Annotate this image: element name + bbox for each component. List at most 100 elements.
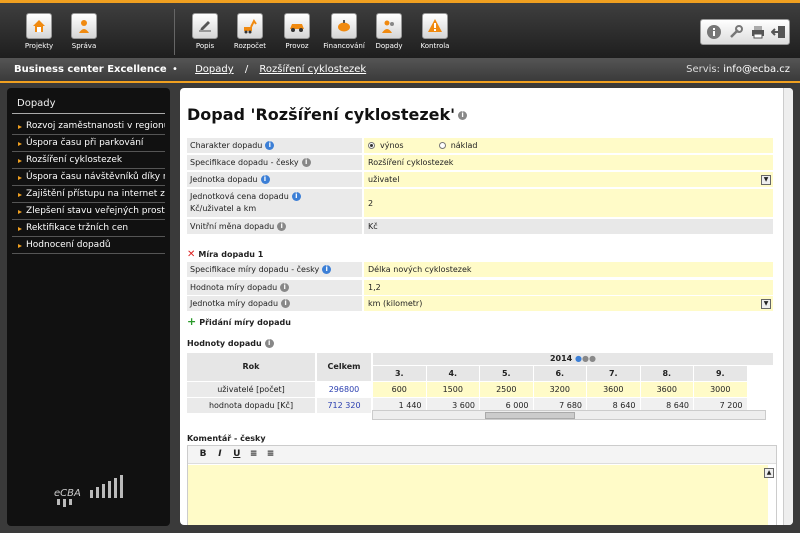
dropdown-arrow-icon[interactable]: ▼ — [761, 175, 771, 185]
dropdown-arrow-icon[interactable]: ▼ — [761, 299, 771, 309]
table-cell[interactable]: 3000 — [694, 382, 747, 397]
year-expand-icon[interactable]: ● — [575, 354, 582, 363]
period-header: 5. — [480, 366, 533, 381]
field-mena: Vnitřní měna dopadu i Kč — [187, 219, 773, 235]
servis-contact: Servis: info@ecba.cz — [686, 64, 790, 75]
sidebar-item-hodnoceni[interactable]: Hodnocení dopadů — [12, 237, 165, 254]
mena-label: Vnitřní měna dopadu — [190, 222, 275, 231]
italic-button[interactable]: I — [213, 449, 227, 459]
sub-header-bar: Business center Excellence • Dopady / Ro… — [0, 58, 800, 83]
komentar-textarea[interactable] — [188, 465, 768, 525]
ecba-logo-text: eCBA — [54, 488, 81, 499]
breadcrumb-link-dopady[interactable]: Dopady — [195, 64, 234, 75]
cena-label-1: Jednotková cena dopadu — [190, 192, 289, 201]
toolbar-kontrola-label: Kontrola — [420, 42, 450, 50]
mira-jednotka-value: km (kilometr) — [368, 299, 423, 308]
piggy-bank-icon — [331, 13, 357, 39]
spec-input[interactable]: Rozšíření cyklostezek — [364, 155, 773, 171]
sidebar-item-rozvoj[interactable]: Rozvoj zaměstnanosti v regionu — [12, 118, 165, 135]
toolbar-rozpocet-button[interactable]: Rozpočet — [223, 13, 277, 50]
jednotka-label-cell: Jednotka dopadu i — [187, 172, 362, 188]
table-cell[interactable]: 2500 — [480, 382, 533, 397]
info-icon[interactable]: i — [301, 158, 311, 167]
mira-hodnota-input[interactable]: 1,2 — [364, 280, 773, 296]
toolbar-provoz-label: Provoz — [285, 42, 309, 50]
sidebar-item-uspora-navstevniku[interactable]: Úspora času návštěvníků díky nov — [12, 169, 165, 186]
table-cell[interactable]: 3200 — [533, 382, 586, 397]
hodnoty-section-title: Hodnoty dopadu i — [187, 339, 274, 348]
table-horizontal-scrollbar[interactable] — [372, 410, 766, 420]
radio-naklad[interactable] — [438, 142, 446, 149]
spec-label: Specifikace dopadu - česky — [190, 158, 299, 167]
print-icon[interactable] — [750, 24, 766, 40]
top-toolbar: Projekty Správa Popis Rozpočet Provoz Fi… — [0, 0, 800, 58]
field-mira-spec: Specifikace míry dopadu - česky i Délka n… — [187, 262, 773, 278]
excavator-icon — [237, 13, 263, 39]
wrench-icon[interactable] — [728, 24, 744, 40]
info-icon[interactable]: i — [280, 283, 290, 292]
jednotka-value: uživatel — [368, 175, 400, 184]
mira-jednotka-select[interactable]: km (kilometr) ▼ — [364, 296, 773, 312]
main-content: Dopad 'Rozšíření cyklostezek' i Charakter… — [180, 88, 793, 525]
info-icon[interactable]: i — [277, 222, 287, 231]
align-center-icon[interactable]: ≡ — [264, 449, 278, 459]
scrollbar-thumb[interactable] — [485, 412, 575, 419]
charakter-radio-group: výnos náklad — [364, 138, 773, 154]
row-celkem: 712 320 — [317, 398, 371, 413]
year-nav-icon[interactable]: ●● — [582, 354, 596, 363]
editor-scroll-up-icon[interactable]: ▲ — [764, 468, 774, 478]
table-cell[interactable]: 3600 — [587, 382, 640, 397]
add-mira-link[interactable]: + Přidání míry dopadu — [187, 315, 291, 328]
info-icon[interactable]: i — [264, 339, 274, 348]
sidebar-item-internet[interactable]: Zajištění přístupu na internet zda — [12, 186, 165, 203]
sidebar-item-rozsireni-cyklostezek[interactable]: Rozšíření cyklostezek — [12, 152, 165, 169]
sidebar-item-uspora-parkovani[interactable]: Úspora času při parkování — [12, 135, 165, 152]
field-cena: Jednotková cena dopadu i Kč/uživatel a km … — [187, 189, 773, 218]
table-cell[interactable]: 3600 — [640, 382, 693, 397]
cena-label-2: Kč/uživatel a km — [190, 204, 257, 213]
right-tools-group — [700, 19, 790, 45]
remove-icon[interactable]: ✕ — [187, 249, 195, 260]
komentar-section-title: Komentář - česky — [187, 434, 266, 443]
mira-jednotka-label: Jednotka míry dopadu — [190, 299, 279, 308]
bold-button[interactable]: B — [196, 449, 210, 459]
table-cell[interactable]: 600 — [373, 382, 426, 397]
info-icon[interactable] — [706, 24, 722, 40]
warning-icon — [422, 13, 448, 39]
servis-email-link[interactable]: info@ecba.cz — [723, 64, 790, 75]
mira-spec-input[interactable]: Délka nových cyklostezek — [364, 262, 773, 278]
field-charakter: Charakter dopadu i výnos náklad — [187, 138, 773, 154]
toolbar-kontrola-button[interactable]: Kontrola — [408, 13, 462, 50]
jednotka-label: Jednotka dopadu — [190, 175, 258, 184]
breadcrumb-link-current[interactable]: Rozšíření cyklostezek — [259, 64, 366, 75]
sidebar-title: Dopady — [12, 88, 165, 114]
title-info-icon[interactable]: i — [458, 111, 468, 120]
table-cell[interactable]: 1500 — [426, 382, 479, 397]
mira-hodnota-label: Hodnota míry dopadu — [190, 283, 278, 292]
info-icon[interactable]: i — [281, 299, 291, 308]
home-icon — [26, 13, 52, 39]
jednotka-select[interactable]: uživatel ▼ — [364, 172, 773, 188]
car-icon — [284, 13, 310, 39]
mira-hodnota-label-cell: Hodnota míry dopadu i — [187, 280, 362, 296]
logout-icon[interactable] — [770, 24, 787, 40]
info-icon[interactable]: i — [265, 141, 275, 150]
radio-vynos[interactable] — [368, 142, 375, 149]
col-rok-header: Rok — [187, 353, 315, 381]
info-icon[interactable]: i — [260, 175, 270, 184]
toolbar-sprava-button[interactable]: Správa — [57, 13, 111, 50]
breadcrumb-bullet-icon: • — [172, 64, 178, 75]
info-icon[interactable]: i — [322, 265, 332, 274]
breadcrumb-separator: / — [244, 64, 249, 75]
cena-input[interactable]: 2 — [364, 189, 773, 218]
toolbar-popis-label: Popis — [195, 42, 215, 50]
pencil-icon — [192, 13, 218, 39]
underline-button[interactable]: U — [230, 449, 244, 459]
radio-naklad-label: náklad — [450, 141, 478, 150]
main-vertical-scrollbar[interactable] — [783, 88, 793, 525]
info-icon[interactable]: i — [291, 192, 301, 201]
sidebar-item-rektifikace[interactable]: Rektifikace tržních cen — [12, 220, 165, 237]
toolbar-provoz-button[interactable]: Provoz — [270, 13, 324, 50]
sidebar-item-verejne-prostranstvi[interactable]: Zlepšení stavu veřejných prostrar — [12, 203, 165, 220]
align-left-icon[interactable]: ≡ — [247, 449, 261, 459]
